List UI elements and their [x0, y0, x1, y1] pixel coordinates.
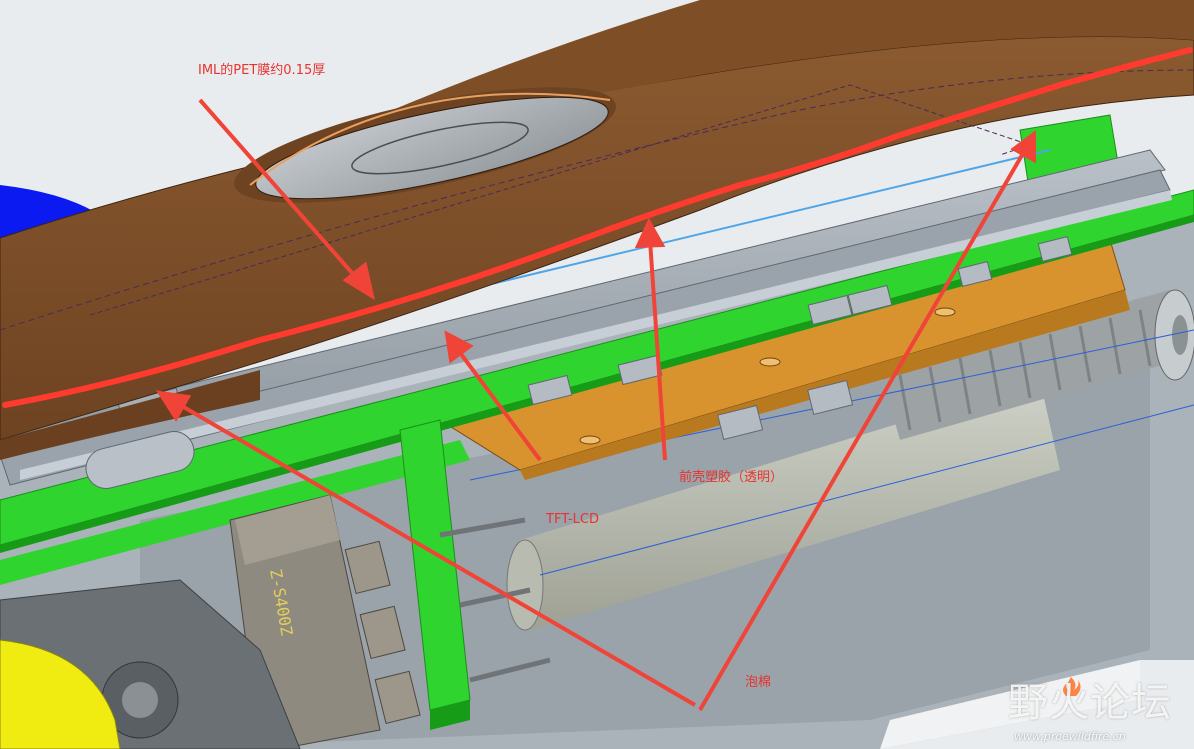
cad-viewport[interactable]: Z-S400Z IML的PET膜约0.15厚 TFT-LCD 前壳塑胶（透明） … [0, 0, 1194, 749]
cylinder-end [506, 539, 544, 631]
forum-watermark: 野火论坛 www.proewildfire.cn [1008, 677, 1194, 749]
annotation-tft-lcd: TFT-LCD [546, 512, 599, 527]
annotation-foam: 泡棉 [745, 675, 772, 690]
annotation-iml-pet-film: IML的PET膜约0.15厚 [198, 63, 326, 78]
watermark-title: 野火论坛 [1008, 680, 1172, 726]
annotation-front-shell: 前壳塑胶（透明） [679, 470, 784, 485]
cad-model-view: Z-S400Z [0, 0, 1194, 749]
watermark-url: www.proewildfire.cn [1014, 730, 1126, 743]
